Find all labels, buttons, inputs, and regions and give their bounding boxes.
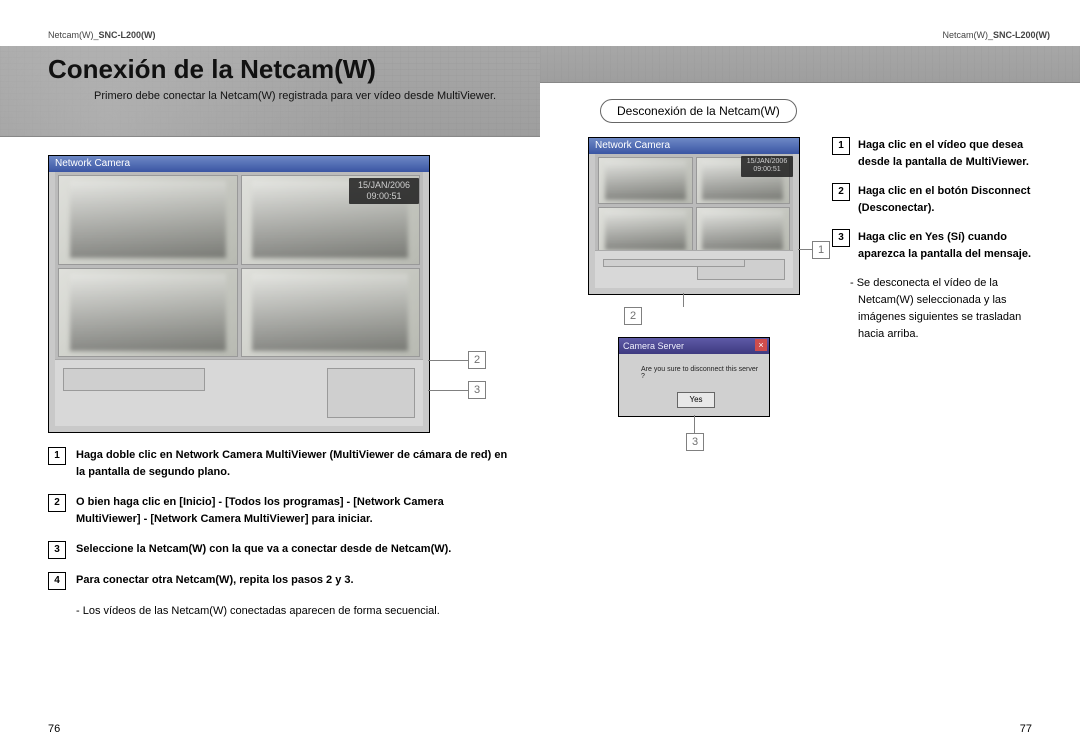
video-tile-3[interactable] — [58, 268, 238, 358]
step-number: 4 — [48, 572, 66, 590]
right-col-images: Network Camera 15/JAN/2006 09:00:51 — [588, 137, 818, 417]
note-left: - Los vídeos de las Netcam(W) conectadas… — [76, 603, 510, 620]
subnote-right: - Se desconecta el vídeo de la Netcam(W)… — [858, 275, 1050, 343]
callout-2: 2 — [624, 307, 642, 325]
video-tile-4[interactable] — [696, 207, 791, 254]
dialog-wrap: Camera Server × Are you sure to disconne… — [618, 337, 818, 417]
window-title-text: Network Camera — [55, 158, 130, 169]
step-text: Haga clic en el botón Disconnect (Descon… — [858, 185, 1030, 214]
step-1: 1 Haga clic en el vídeo que desea desde … — [832, 137, 1050, 171]
screenshot-wrap-right: Network Camera 15/JAN/2006 09:00:51 — [588, 137, 818, 295]
right-col-steps: 1 Haga clic en el vídeo que desea desde … — [832, 137, 1050, 417]
multiviewer-screenshot-small: Network Camera 15/JAN/2006 09:00:51 — [588, 137, 800, 295]
callout-line — [428, 390, 468, 391]
callout-line — [683, 293, 684, 307]
page-title: Conexión de la Netcam(W) — [0, 46, 540, 85]
screenshot-wrap-left: Network Camera 15/JAN/2006 09:00:51 2 3 — [48, 155, 510, 433]
running-head-right: Netcam(W)_SNC-L200(W) — [588, 30, 1050, 40]
overlay-date: 15/JAN/2006 — [741, 158, 793, 166]
step-text: O bien haga clic en [Inicio] - [Todos lo… — [76, 496, 444, 525]
window-title-text: Network Camera — [595, 140, 670, 151]
video-tile-1[interactable] — [58, 175, 238, 265]
step-1: 1 Haga doble clic en Network Camera Mult… — [48, 447, 510, 481]
step-number: 3 — [832, 229, 850, 247]
video-tile-3[interactable] — [598, 207, 693, 254]
multiviewer-screenshot: Network Camera 15/JAN/2006 09:00:51 — [48, 155, 430, 433]
right-columns: Network Camera 15/JAN/2006 09:00:51 — [588, 137, 1050, 417]
step-text: Seleccione la Netcam(W) con la que va a … — [76, 543, 451, 555]
title-bar-continued — [540, 46, 1080, 83]
overlay-time: 09:00:51 — [741, 166, 793, 174]
control-panel — [55, 359, 423, 426]
dialog-title: Camera Server — [623, 341, 684, 351]
step-text: Haga doble clic en Network Camera MultiV… — [76, 449, 507, 478]
step-2: 2 O bien haga clic en [Inicio] - [Todos … — [48, 494, 510, 528]
close-icon[interactable]: × — [755, 339, 767, 351]
video-tile-4[interactable] — [241, 268, 421, 358]
callout-line — [428, 360, 468, 361]
steps-right: 1 Haga clic en el vídeo que desea desde … — [832, 137, 1050, 343]
page-number-right: 77 — [1020, 723, 1032, 735]
product-name: Netcam(W) — [48, 30, 94, 40]
confirm-dialog: Camera Server × Are you sure to disconne… — [618, 337, 770, 417]
dialog-message: Are you sure to disconnect this server ? — [641, 366, 763, 380]
callout-line — [694, 415, 695, 433]
step-number: 1 — [48, 447, 66, 465]
model-name: SNC-L200(W) — [993, 30, 1050, 40]
video-tile-1[interactable] — [598, 157, 693, 204]
step-text: Haga clic en Yes (Sí) cuando aparezca la… — [858, 231, 1031, 260]
running-head-left: Netcam(W)_SNC-L200(W) — [48, 30, 510, 40]
step-number: 1 — [832, 137, 850, 155]
step-text: Para conectar otra Netcam(W), repita los… — [76, 574, 354, 586]
overlay-date: 15/JAN/2006 — [349, 180, 419, 191]
step-4: 4 Para conectar otra Netcam(W), repita l… — [48, 572, 510, 590]
step-3: 3 Haga clic en Yes (Sí) cuando aparezca … — [832, 229, 1050, 263]
page-right: Netcam(W)_SNC-L200(W) Desconexión de la … — [540, 0, 1080, 747]
step-number: 2 — [48, 494, 66, 512]
step-text: Haga clic en el vídeo que desea desde la… — [858, 139, 1029, 168]
yes-button[interactable]: Yes — [677, 392, 715, 408]
step-number: 3 — [48, 541, 66, 559]
window-titlebar: Network Camera — [589, 138, 799, 154]
timestamp-overlay: 15/JAN/2006 09:00:51 — [741, 156, 793, 177]
callout-line — [798, 249, 812, 250]
page-spread: Netcam(W)_SNC-L200(W) Conexión de la Net… — [0, 0, 1080, 747]
product-name: Netcam(W) — [942, 30, 988, 40]
model-name: SNC-L200(W) — [99, 30, 156, 40]
control-panel — [595, 250, 793, 288]
window-titlebar: Network Camera — [49, 156, 429, 172]
page-number-left: 76 — [48, 723, 60, 735]
dialog-titlebar: Camera Server — [619, 338, 769, 354]
subsection-heading: Desconexión de la Netcam(W) — [600, 99, 797, 123]
step-number: 2 — [832, 183, 850, 201]
step-2: 2 Haga clic en el botón Disconnect (Desc… — [832, 183, 1050, 217]
title-bar: Conexión de la Netcam(W) Primero debe co… — [0, 46, 540, 137]
steps-left: 1 Haga doble clic en Network Camera Mult… — [48, 447, 510, 590]
callout-3: 3 — [468, 381, 486, 399]
overlay-time: 09:00:51 — [349, 191, 419, 202]
page-left: Netcam(W)_SNC-L200(W) Conexión de la Net… — [0, 0, 540, 747]
callout-1: 1 — [812, 241, 830, 259]
page-lead: Primero debe conectar la Netcam(W) regis… — [0, 85, 540, 105]
callout-3: 3 — [686, 433, 704, 451]
step-3: 3 Seleccione la Netcam(W) con la que va … — [48, 541, 510, 559]
callout-2: 2 — [468, 351, 486, 369]
timestamp-overlay: 15/JAN/2006 09:00:51 — [349, 178, 419, 204]
